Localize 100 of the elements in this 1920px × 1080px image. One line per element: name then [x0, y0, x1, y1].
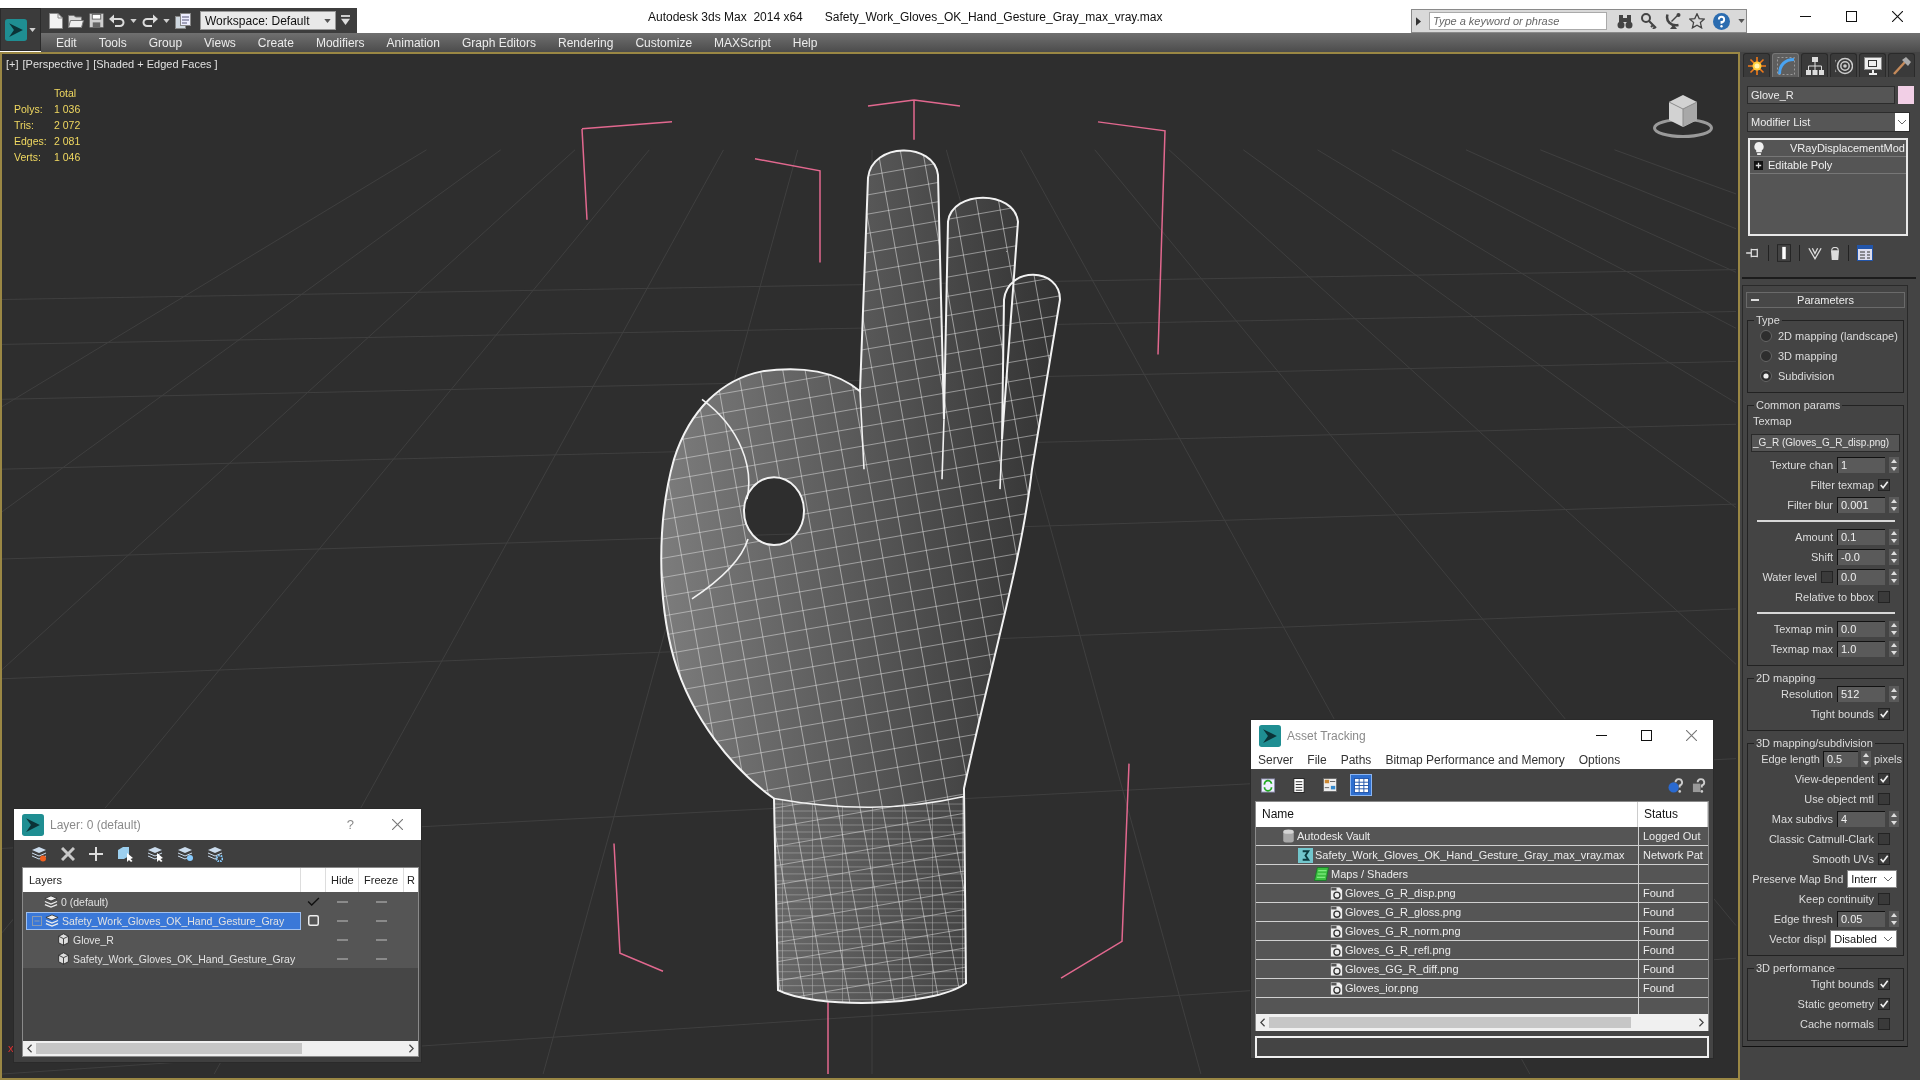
- horizontal-scrollbar[interactable]: [23, 1041, 418, 1056]
- minimize-icon[interactable]: [1799, 16, 1811, 17]
- bucket-icon[interactable]: [1830, 246, 1840, 260]
- number-field[interactable]: 4: [1837, 811, 1885, 827]
- command-panel-tab[interactable]: [1830, 53, 1857, 77]
- asset-item[interactable]: Maps / Shaders: [1256, 865, 1638, 883]
- asset-item[interactable]: Safety_Work_Gloves_OK_Hand_Gesture_Gray_max_vray.max: [1256, 846, 1638, 864]
- command-panel-tab[interactable]: [1859, 53, 1886, 77]
- viewport-label[interactable]: [Perspective ]: [22, 58, 90, 70]
- number-field[interactable]: 0.001: [1837, 497, 1885, 513]
- bar-caret-icon[interactable]: [341, 15, 350, 26]
- checkbox[interactable]: [1878, 833, 1890, 845]
- texmap-button[interactable]: _G_R (Gloves_G_R_disp.png): [1751, 434, 1900, 452]
- command-panel-tab[interactable]: [1801, 53, 1828, 77]
- checkbox[interactable]: [1878, 793, 1890, 805]
- checkmark-icon[interactable]: [307, 897, 320, 906]
- command-panel-tab[interactable]: [1743, 53, 1770, 77]
- toolbar-button[interactable]: [1350, 774, 1372, 796]
- menu-item[interactable]: Graph Editors: [450, 35, 547, 50]
- column-header[interactable]: Status: [1638, 802, 1708, 827]
- pin-icon[interactable]: [1746, 247, 1760, 259]
- undo-icon[interactable]: [109, 14, 125, 27]
- dropdown[interactable]: Disabled: [1830, 930, 1897, 948]
- menu-item[interactable]: Help: [781, 35, 829, 50]
- menu-item[interactable]: Create: [246, 35, 305, 50]
- help-icon[interactable]: [1692, 777, 1707, 793]
- spinner-arrows-icon[interactable]: [1889, 457, 1899, 473]
- viewport-label[interactable]: [+]: [6, 58, 19, 70]
- fork-icon[interactable]: [1808, 246, 1822, 260]
- asset-item[interactable]: Gloves_GG_R_diff.png: [1256, 960, 1638, 978]
- spinner-arrows-icon[interactable]: [1889, 569, 1899, 585]
- modifier-stack-item[interactable]: Editable Poly: [1750, 157, 1906, 174]
- workspace-dropdown[interactable]: Workspace: Default: [200, 11, 336, 30]
- spinner-arrows-icon[interactable]: [1889, 641, 1899, 657]
- spinner-arrows-icon[interactable]: [1889, 621, 1899, 637]
- layers-dot-icon[interactable]: [177, 845, 193, 862]
- spinner-arrows-icon[interactable]: [1860, 751, 1871, 767]
- color-swatch-icon[interactable]: [1898, 86, 1914, 104]
- menu-item[interactable]: Animation: [375, 35, 451, 50]
- caret-icon[interactable]: [130, 18, 137, 23]
- checkbox[interactable]: [1878, 853, 1890, 865]
- object-item[interactable]: Glove_R: [26, 930, 301, 949]
- layers-ring-icon[interactable]: [207, 845, 223, 862]
- new-file-icon[interactable]: [49, 12, 63, 29]
- folder-icon[interactable]: [68, 13, 84, 28]
- app-menu-button[interactable]: [0, 8, 41, 51]
- column-header[interactable]: Name: [1256, 802, 1638, 827]
- object-item[interactable]: Safety_Work_Gloves_OK_Hand_Gesture_Gray: [26, 949, 301, 968]
- right-triangle-icon[interactable]: [1416, 16, 1421, 26]
- checkbox[interactable]: [1878, 978, 1890, 990]
- spinner-arrows-icon[interactable]: [1889, 811, 1899, 827]
- spinner-arrows-icon[interactable]: [1889, 686, 1899, 702]
- checkbox[interactable]: [1878, 708, 1890, 720]
- checkbox[interactable]: [1878, 773, 1890, 785]
- grid-window-icon[interactable]: [1857, 245, 1873, 261]
- checkbox[interactable]: [1878, 998, 1890, 1010]
- input-field[interactable]: [1255, 1036, 1709, 1058]
- cube-cursor-icon[interactable]: [117, 845, 133, 862]
- menu-item[interactable]: Paths: [1340, 752, 1372, 767]
- help-button[interactable]: ?: [346, 817, 354, 832]
- checkbox[interactable]: [1878, 1018, 1890, 1030]
- menu-item[interactable]: Modifiers: [304, 35, 376, 50]
- spinner-arrows-icon[interactable]: [1889, 497, 1899, 513]
- scrollbar-thumb[interactable]: [1269, 1017, 1632, 1028]
- number-field[interactable]: -0.0: [1837, 549, 1885, 565]
- number-field[interactable]: 1.0: [1837, 641, 1885, 657]
- rollout-header[interactable]: Parameters: [1746, 292, 1905, 308]
- asset-item[interactable]: Gloves_G_R_norm.png: [1256, 922, 1638, 940]
- menu-item[interactable]: MAXScript: [703, 35, 782, 50]
- menu-item[interactable]: Views: [193, 35, 247, 50]
- lightbulb-icon[interactable]: [1754, 141, 1764, 155]
- viewport-label[interactable]: [Shaded + Edged Faces ]: [93, 58, 218, 70]
- modifier-list-dropdown[interactable]: Modifier List: [1747, 112, 1910, 132]
- menu-item[interactable]: Group: [137, 35, 194, 50]
- plus-icon[interactable]: [89, 846, 103, 861]
- checkbox[interactable]: [1878, 479, 1890, 491]
- menu-item[interactable]: Tools: [87, 35, 138, 50]
- number-field[interactable]: 512: [1837, 686, 1885, 702]
- radio-button[interactable]: [1760, 370, 1772, 382]
- help-icon[interactable]: [1713, 12, 1730, 30]
- object-name-field[interactable]: Glove_R: [1747, 86, 1895, 104]
- checkbox[interactable]: [1821, 571, 1833, 583]
- star-icon[interactable]: [1689, 13, 1705, 29]
- number-field[interactable]: 0.1: [1837, 529, 1885, 545]
- number-field[interactable]: 0.5: [1822, 751, 1858, 767]
- command-panel-tab[interactable]: [1888, 53, 1915, 77]
- maximize-icon[interactable]: [1641, 730, 1652, 741]
- document-stack-icon[interactable]: [175, 12, 191, 29]
- number-field[interactable]: 0.0: [1837, 621, 1885, 637]
- globe-help-icon[interactable]: [1668, 777, 1683, 793]
- layer-item[interactable]: 0 (default): [26, 892, 301, 911]
- checkbox[interactable]: [1878, 591, 1890, 603]
- number-field[interactable]: 1: [1837, 457, 1885, 473]
- dropdown[interactable]: Interr: [1847, 870, 1897, 888]
- asset-item[interactable]: Gloves_G_R_refl.png: [1256, 941, 1638, 959]
- bar-frame-icon[interactable]: [1777, 243, 1791, 263]
- checkbox[interactable]: [1878, 893, 1890, 905]
- redo-icon[interactable]: [142, 14, 158, 27]
- layers-cursor-icon[interactable]: [147, 845, 163, 862]
- radio-button[interactable]: [1760, 350, 1772, 362]
